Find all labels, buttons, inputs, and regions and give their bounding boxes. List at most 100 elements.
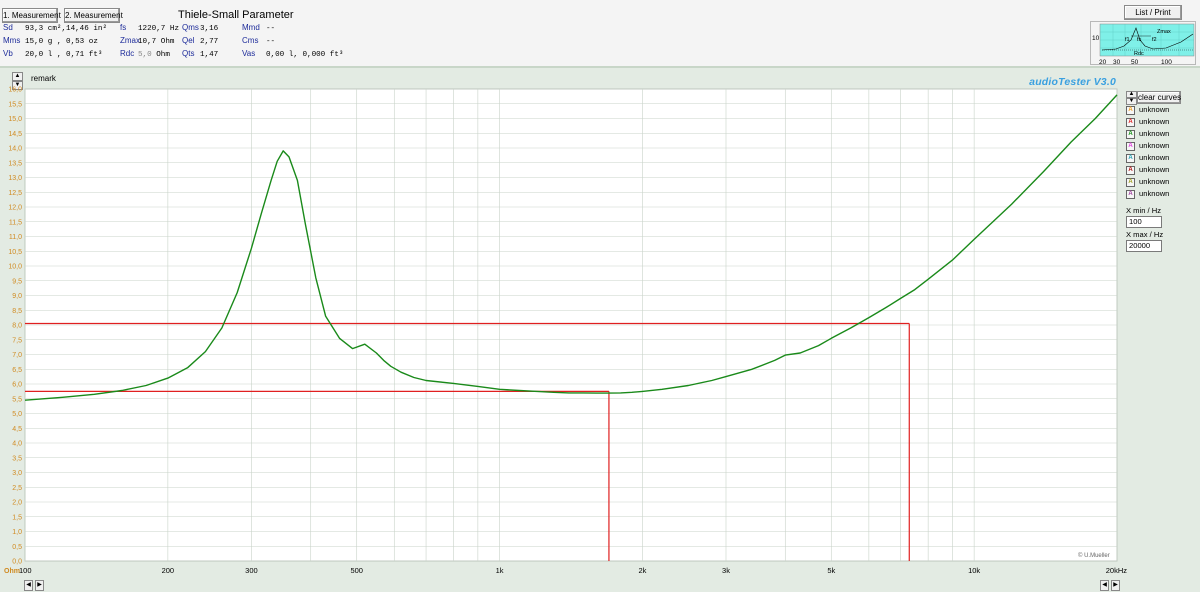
ts-label: Vb [3, 49, 13, 58]
legend-swatch[interactable]: A [1126, 153, 1135, 163]
left-arrow-icon: ◀ [26, 582, 31, 588]
mini-label-fs: fs [1137, 37, 1142, 43]
ts-value: 10,7 Ohm [138, 38, 175, 46]
measurement-1-button[interactable]: 1. Measurement [2, 8, 61, 23]
brand-label: audioTester V3.0 [1029, 76, 1116, 88]
y-tick-label: 6,5 [12, 367, 22, 374]
y-tick-label: 5,5 [12, 396, 22, 403]
ts-value: 15,0 g , 0,53 oz [25, 38, 98, 46]
y-tick-label: 7,0 [12, 352, 22, 359]
x-zoom-right-button[interactable]: ▶ [1111, 580, 1120, 591]
y-tick-label: 6,0 [12, 382, 22, 389]
x-tick-label: 2k [638, 566, 646, 575]
y-tick-label: 0,0 [12, 559, 22, 566]
y-tick-label: 4,5 [12, 426, 22, 433]
y-tick-label: 10,5 [8, 249, 22, 256]
xmax-input[interactable]: 20000 [1126, 240, 1162, 252]
ts-label: Cms [242, 36, 259, 45]
y-tick-label: 8,0 [12, 323, 22, 330]
legend-item[interactable]: Aunknown [1125, 128, 1169, 139]
x-tick-label: 500 [350, 566, 363, 575]
legend-swatch[interactable]: A [1126, 165, 1135, 175]
ts-label: Qts [182, 49, 195, 58]
x-tick-label: 200 [162, 566, 175, 575]
ts-row-cms: Cms -- [242, 35, 343, 48]
x-scroll-left-button[interactable]: ◀ [24, 580, 33, 591]
remark-label[interactable]: remark [31, 74, 56, 83]
mini-label-zmax: Zmax [1157, 29, 1171, 35]
legend-swatch[interactable]: A [1126, 189, 1135, 199]
legend-swatch[interactable]: A [1126, 129, 1135, 139]
legend-label: unknown [1139, 129, 1170, 138]
measurement-2-button[interactable]: 2. Measurement [64, 8, 123, 23]
up-arrow-icon: ▲ [1128, 91, 1135, 97]
legend-item[interactable]: Aunknown [1125, 140, 1169, 151]
ts-col-2: fs 1220,7 Hz Zmax10,7 Ohm Rdc 5,0 Ohm [120, 22, 179, 61]
y-tick-label: 13,0 [8, 175, 22, 182]
impedance-chart: 0,0 0,5 1,0 1,5 2,0 2,5 3,0 3,5 4,0 4,5 5,0 5,5 6,0 6… [4, 87, 1128, 576]
legend-swatch[interactable]: A [1126, 105, 1135, 115]
ts-row-vb: Vb 20,0 l , 0,71 ft³ [3, 48, 107, 61]
list-print-button[interactable]: List / Print [1124, 5, 1182, 20]
legend-up-button[interactable]: ▲ [1126, 91, 1137, 98]
down-arrow-icon: ▼ [14, 82, 21, 88]
y-tick-label: 1,5 [12, 514, 22, 521]
ts-label: Rdc [120, 49, 135, 58]
y-tick-label: 1,0 [12, 529, 22, 536]
ts-value: 2,77 [200, 38, 219, 46]
legend-item[interactable]: Aunknown [1125, 164, 1169, 175]
y-tick-label: 2,5 [12, 485, 22, 492]
legend-swatch[interactable]: A [1126, 177, 1135, 187]
legend-item[interactable]: Aunknown [1125, 152, 1169, 163]
y-tick-label: 0,5 [12, 544, 22, 551]
audiotester-window: 1. Measurement 2. Measurement Thiele-Sma… [0, 0, 1200, 592]
mini-x-tick-30: 30 [1113, 59, 1121, 66]
ts-row-qms: Qms3,16 [182, 22, 218, 35]
ts-value: 0,00 l, 0,000 ft³ [266, 51, 344, 59]
ts-parameter-title: Thiele-Small Parameter [178, 9, 294, 21]
y-tick-label: 3,5 [12, 455, 22, 462]
ts-value: -- [266, 38, 276, 46]
impedance-curve [24, 94, 1118, 401]
top-panel: 1. Measurement 2. Measurement Thiele-Sma… [0, 0, 1200, 68]
legend-item[interactable]: Aunknown [1125, 188, 1169, 199]
mini-label-rdc: Rdc [1134, 51, 1144, 57]
legend-label: unknown [1139, 141, 1170, 150]
ts-unit: Ohm [151, 51, 170, 59]
y-tick-label: 14,0 [8, 146, 22, 153]
y-scale-up-button[interactable]: ▲ [12, 72, 23, 81]
y-tick-label: 10,0 [8, 264, 22, 271]
ts-col-1: Sd 93,3 cm²,14,46 in² Mms 15,0 g , 0,53 oz V… [3, 22, 107, 61]
up-arrow-icon: ▲ [14, 73, 21, 79]
ts-label: Vas [242, 49, 256, 58]
y-tick-label: 7,5 [12, 337, 22, 344]
legend-swatch[interactable]: A [1126, 117, 1135, 127]
x-scroll-right-button[interactable]: ▶ [35, 580, 44, 591]
ts-label: Qel [182, 36, 195, 45]
x-tick-label: 100 [19, 566, 32, 575]
ts-label: Mms [3, 36, 21, 45]
ts-value: 93,3 cm²,14,46 in² [25, 25, 108, 33]
y-tick-label: 12,5 [8, 190, 22, 197]
y-scale-down-button[interactable]: ▼ [12, 81, 23, 90]
y-tick-label: 9,5 [12, 278, 22, 285]
legend-item[interactable]: Aunknown [1125, 104, 1169, 115]
ts-label: Zmax [120, 36, 140, 45]
right-arrow-icon: ▶ [37, 582, 42, 588]
x-tick-label: 1k [496, 566, 504, 575]
mini-x-tick-50: 50 [1131, 59, 1139, 66]
legend-swatch[interactable]: A [1126, 141, 1135, 151]
y-tick-label: 13,5 [8, 160, 22, 167]
y-tick-label: 2,0 [12, 500, 22, 507]
legend-item[interactable]: Aunknown [1125, 176, 1169, 187]
legend-label: unknown [1139, 177, 1170, 186]
ts-value: 1,47 [200, 51, 219, 59]
clear-curves-button[interactable]: clear curves [1137, 91, 1181, 104]
x-zoom-left-button[interactable]: ◀ [1100, 580, 1109, 591]
ts-label: Mmd [242, 23, 260, 32]
legend-item[interactable]: Aunknown [1125, 116, 1169, 127]
xmin-label: X min / Hz [1126, 206, 1162, 215]
x-tick-label: 300 [245, 566, 258, 575]
xmin-input[interactable]: 100 [1126, 216, 1162, 228]
x-tick-label: 20kHz [1106, 566, 1128, 575]
